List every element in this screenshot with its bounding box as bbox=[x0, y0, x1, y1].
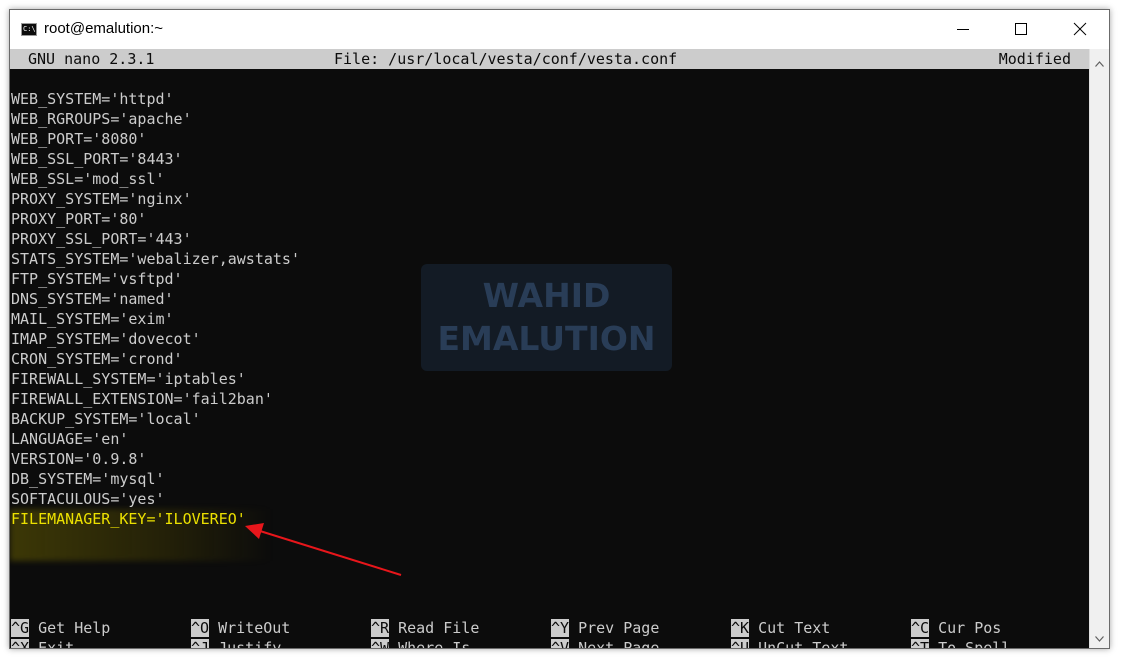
shortcut-prev-page[interactable]: ^Y Prev Page bbox=[551, 618, 659, 638]
shortcut-writeout[interactable]: ^O WriteOut bbox=[191, 618, 290, 638]
minimize-button[interactable] bbox=[935, 10, 993, 49]
config-line: WEB_SSL_PORT='8443' bbox=[11, 150, 183, 168]
maximize-icon bbox=[1015, 23, 1027, 35]
shortcut-get-help[interactable]: ^G Get Help bbox=[11, 618, 110, 638]
scroll-down-icon[interactable] bbox=[1095, 636, 1104, 642]
window-title: root@emalution:~ bbox=[44, 20, 164, 37]
title-bar[interactable]: C:\. root@emalution:~ bbox=[10, 10, 1109, 49]
shortcut-next-page[interactable]: ^V Next Page bbox=[551, 638, 659, 648]
maximize-button[interactable] bbox=[993, 10, 1051, 49]
annotation-arrow-icon bbox=[245, 523, 402, 576]
shortcut-justify[interactable]: ^J Justify bbox=[191, 638, 281, 648]
scroll-up-icon[interactable] bbox=[1095, 61, 1104, 67]
config-line: FIREWALL_SYSTEM='iptables' bbox=[11, 370, 246, 388]
shortcut-exit[interactable]: ^X Exit bbox=[11, 638, 74, 648]
terminal-area[interactable]: GNU nano 2.3.1 File: /usr/local/vesta/co… bbox=[10, 49, 1091, 648]
config-line: FIREWALL_EXTENSION='fail2ban' bbox=[11, 390, 273, 408]
config-line: STATS_SYSTEM='webalizer,awstats' bbox=[11, 250, 300, 268]
file-path: File: /usr/local/vesta/conf/vesta.conf bbox=[334, 50, 678, 68]
config-line: LANGUAGE='en' bbox=[11, 430, 129, 448]
close-button[interactable] bbox=[1051, 10, 1109, 49]
config-line: PROXY_SYSTEM='nginx' bbox=[11, 190, 192, 208]
config-line: SOFTACULOUS='yes' bbox=[11, 490, 165, 508]
config-line: IMAP_SYSTEM='dovecot' bbox=[11, 330, 201, 348]
nano-shortcuts: ^G Get Help ^X Exit ^O WriteOut ^J Justi… bbox=[10, 618, 1091, 648]
shortcut-cut-text[interactable]: ^K Cut Text bbox=[731, 618, 830, 638]
watermark-line1: WAHID bbox=[482, 276, 611, 315]
nano-version: GNU nano 2.3.1 bbox=[28, 50, 155, 68]
watermark-line2: EMALUTION bbox=[437, 319, 656, 358]
config-line: PROXY_PORT='80' bbox=[11, 210, 147, 228]
config-line: FTP_SYSTEM='vsftpd' bbox=[11, 270, 183, 288]
config-line: WEB_RGROUPS='apache' bbox=[11, 110, 192, 128]
config-line: VERSION='0.9.8' bbox=[11, 450, 147, 468]
config-line: WEB_SYSTEM='httpd' bbox=[11, 90, 174, 108]
shortcut-to-spell[interactable]: ^T To Spell bbox=[911, 638, 1010, 648]
config-line: CRON_SYSTEM='crond' bbox=[11, 350, 183, 368]
config-line: DNS_SYSTEM='named' bbox=[11, 290, 174, 308]
config-line: BACKUP_SYSTEM='local' bbox=[11, 410, 201, 428]
terminal-window: C:\. root@emalution:~ GNU nano 2.3.1 Fil… bbox=[9, 9, 1110, 649]
config-line: DB_SYSTEM='mysql' bbox=[11, 470, 165, 488]
config-line: WEB_PORT='8080' bbox=[11, 130, 147, 148]
shortcut-uncut-text[interactable]: ^U UnCut Text bbox=[731, 638, 848, 648]
cmd-icon: C:\. bbox=[21, 23, 37, 36]
shortcut-cur-pos[interactable]: ^C Cur Pos bbox=[911, 618, 1001, 638]
shortcut-read-file[interactable]: ^R Read File bbox=[371, 618, 479, 638]
vertical-scrollbar[interactable] bbox=[1089, 49, 1109, 648]
config-line: PROXY_SSL_PORT='443' bbox=[11, 230, 192, 248]
minimize-icon bbox=[957, 29, 969, 30]
watermark: WAHID EMALUTION bbox=[421, 264, 672, 371]
config-line: WEB_SSL='mod_ssl' bbox=[11, 170, 165, 188]
close-icon bbox=[1073, 22, 1087, 36]
modified-indicator: Modified bbox=[998, 50, 1071, 68]
editor-content[interactable]: WEB_SYSTEM='httpd' WEB_RGROUPS='apache' … bbox=[10, 89, 300, 529]
shortcut-where-is[interactable]: ^W Where Is bbox=[371, 638, 470, 648]
config-line: MAIL_SYSTEM='exim' bbox=[11, 310, 174, 328]
nano-status-bar: GNU nano 2.3.1 File: /usr/local/vesta/co… bbox=[10, 49, 1091, 69]
